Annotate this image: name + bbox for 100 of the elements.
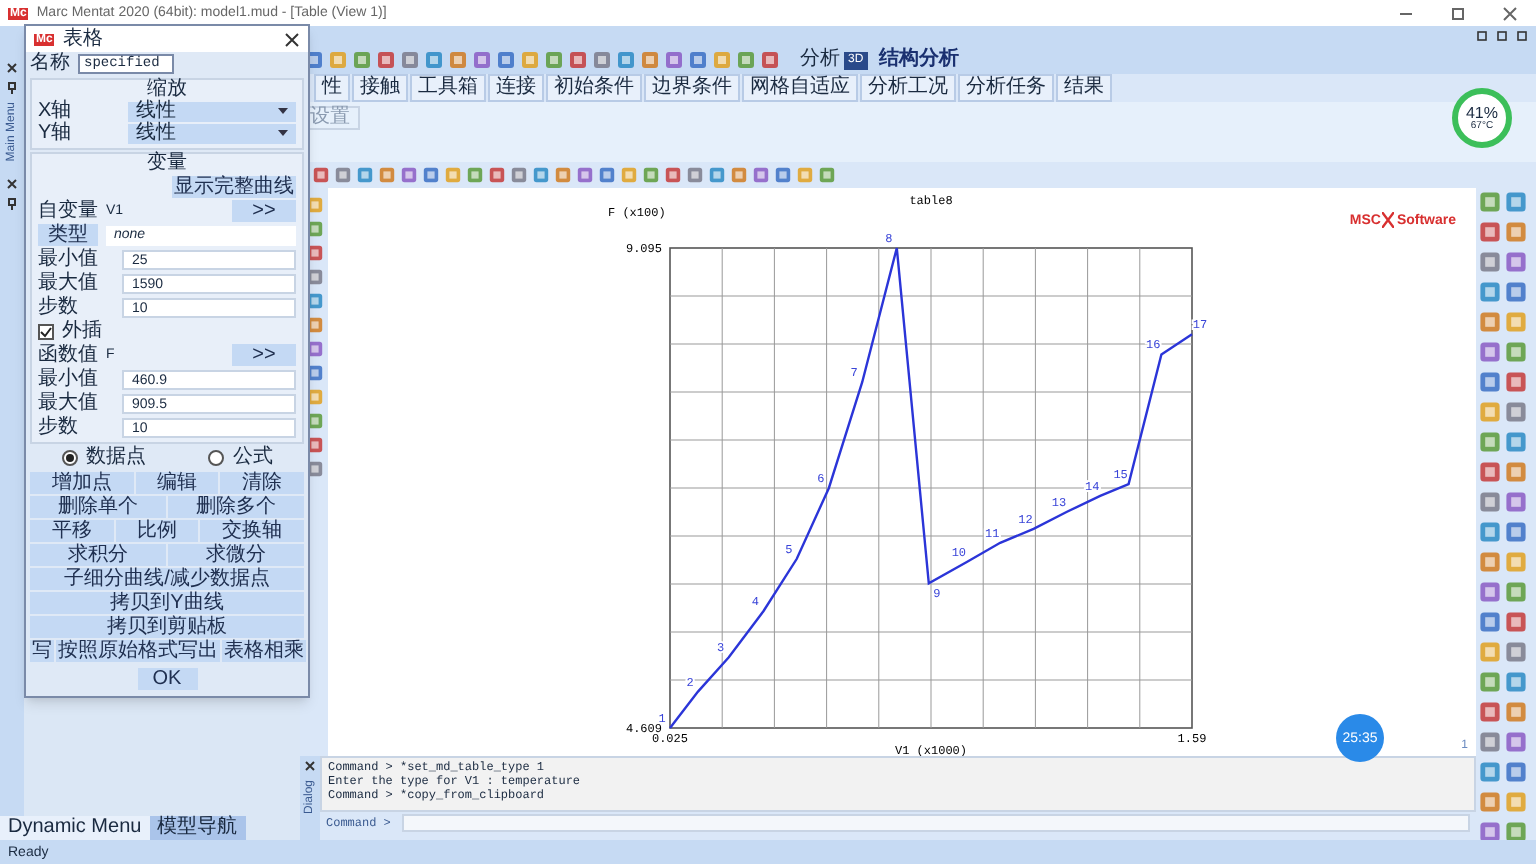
toolbar-icon[interactable]	[1478, 250, 1502, 274]
dialog-title: 表格	[62, 29, 105, 49]
ribbon-tab[interactable]: 结果	[1056, 74, 1112, 102]
toolbar-icon[interactable]	[1478, 790, 1502, 814]
toolbar-icon[interactable]	[1504, 310, 1528, 334]
toolbar-icon[interactable]	[1504, 730, 1528, 754]
ribbon-tab[interactable]: 工具箱	[410, 74, 486, 102]
field-label: 函数值	[38, 345, 98, 365]
dialog-button[interactable]: OK	[137, 668, 197, 690]
toolbar-icon[interactable]	[1504, 580, 1528, 604]
ribbon-tab[interactable]: 性	[314, 74, 350, 102]
panel-tab[interactable]: Dynamic Menu	[0, 816, 150, 840]
toolbar-icon[interactable]	[1504, 520, 1528, 544]
dialog-button[interactable]: 删除单个	[30, 496, 166, 518]
dialog-button[interactable]: 类型	[38, 224, 98, 246]
logo-swoosh-icon	[1382, 212, 1395, 228]
section-heading: 变量	[147, 154, 187, 174]
dialog-button[interactable]: 编辑	[135, 472, 219, 494]
dialog-button[interactable]: >>	[232, 200, 296, 222]
dialog-button[interactable]: 表格相乘	[222, 640, 306, 662]
field-label: 最大值	[38, 393, 100, 413]
radio-button[interactable]	[61, 450, 78, 466]
dialog-button[interactable]: 比例	[115, 520, 199, 542]
close-icon[interactable]	[284, 31, 300, 47]
ribbon-tab[interactable]: 初始条件	[546, 74, 642, 102]
dialog-button[interactable]: 拷贝到Y曲线	[30, 592, 304, 614]
toolbar-icon[interactable]	[1504, 700, 1528, 724]
toolbar-icon[interactable]	[1504, 640, 1528, 664]
toolbar-icon[interactable]	[1504, 460, 1528, 484]
toolbar-icon[interactable]	[1478, 190, 1502, 214]
dialog-button[interactable]: 删除多个	[168, 496, 304, 518]
dialog-button[interactable]: 子细分曲线/减少数据点	[30, 568, 304, 590]
dialog-button[interactable]: 清除	[220, 472, 305, 494]
toolbar-icon[interactable]	[1478, 490, 1502, 514]
dropdown[interactable]: 线性	[128, 101, 296, 121]
toolbar-icon[interactable]	[1504, 550, 1528, 574]
toolbar-icon[interactable]	[1478, 370, 1502, 394]
toolbar-icon[interactable]	[1504, 610, 1528, 634]
toolbar-icon[interactable]	[1478, 670, 1502, 694]
ribbon-tab[interactable]: 分析工况	[860, 74, 956, 102]
dialog-button[interactable]: 平移	[30, 520, 114, 542]
caret-icon	[278, 130, 288, 136]
toolbar-icon[interactable]	[1504, 340, 1528, 364]
dialog-button[interactable]: >>	[232, 344, 296, 366]
ribbon-tab[interactable]: 接触	[352, 74, 408, 102]
toolbar-icon[interactable]	[1504, 280, 1528, 304]
dropdown[interactable]: 线性	[128, 123, 296, 143]
toolbar-icon[interactable]	[1478, 340, 1502, 364]
toolbar-icon[interactable]	[1478, 280, 1502, 304]
dialog-button[interactable]: 拷贝到剪贴板	[30, 616, 304, 638]
radio-label: 数据点	[85, 448, 146, 468]
toolbar-label: 分析	[800, 50, 840, 70]
toolbar-icon[interactable]	[1478, 220, 1502, 244]
toolbar-icon[interactable]	[1504, 490, 1528, 514]
toolbar-icon[interactable]	[1504, 430, 1528, 454]
dialog-button[interactable]: 求微分	[168, 544, 304, 566]
dialog-button[interactable]: 增加点	[30, 472, 134, 494]
dialog-button[interactable]: 写	[30, 640, 54, 662]
dialog-button[interactable]: 求积分	[30, 544, 166, 566]
toolbar-icon[interactable]	[1504, 400, 1528, 424]
toolbar-icon[interactable]	[1504, 760, 1528, 784]
pin-icon[interactable]	[6, 197, 18, 210]
panel-tab[interactable]: 模型导航	[149, 816, 246, 840]
ribbon-tab[interactable]: 网格自适应	[742, 74, 858, 102]
toolbar-icon[interactable]	[1504, 670, 1528, 694]
pin-icon[interactable]	[6, 82, 18, 94]
field-label: 名称	[30, 54, 70, 74]
toolbar-icon[interactable]	[1504, 370, 1528, 394]
toolbar-icon[interactable]	[1478, 310, 1502, 334]
radio-button[interactable]	[208, 450, 225, 466]
command-input[interactable]	[402, 814, 1470, 832]
ribbon-tab[interactable]: 边界条件	[644, 74, 740, 102]
toolbar-icon[interactable]	[1478, 700, 1502, 724]
toolbar-icon[interactable]	[1478, 520, 1502, 544]
maximize-icon[interactable]	[1448, 5, 1468, 21]
close-icon[interactable]	[6, 177, 18, 190]
toolbar-icon[interactable]	[1478, 580, 1502, 604]
toolbar-icon[interactable]	[1478, 730, 1502, 754]
analysis-type-dropdown[interactable]: 结构分析	[879, 50, 960, 70]
toolbar-icon[interactable]	[1504, 790, 1528, 814]
close-icon[interactable]	[6, 62, 18, 74]
toolbar-icon[interactable]	[1504, 250, 1528, 274]
ribbon-tab[interactable]: 连接	[488, 74, 544, 102]
toolbar-icon[interactable]	[1478, 550, 1502, 574]
close-icon[interactable]	[1500, 5, 1520, 21]
ribbon-tab[interactable]: 分析任务	[958, 74, 1054, 102]
dialog-button[interactable]: 显示完整曲线	[172, 176, 296, 198]
close-icon[interactable]	[304, 760, 316, 772]
dialog-button[interactable]: 交换轴	[200, 520, 305, 542]
toolbar-icon[interactable]	[1504, 190, 1528, 214]
toolbar-icon[interactable]	[1478, 610, 1502, 634]
toolbar-icon[interactable]	[1478, 460, 1502, 484]
caret-icon	[278, 108, 288, 114]
toolbar-icon[interactable]	[1478, 640, 1502, 664]
toolbar-icon[interactable]	[1478, 760, 1502, 784]
checkbox[interactable]	[38, 323, 54, 339]
toolbar-icon[interactable]	[1478, 400, 1502, 424]
dialog-button[interactable]: 按照原始格式写出	[56, 640, 220, 662]
toolbar-icon[interactable]	[1504, 220, 1528, 244]
toolbar-icon[interactable]	[1478, 430, 1502, 454]
